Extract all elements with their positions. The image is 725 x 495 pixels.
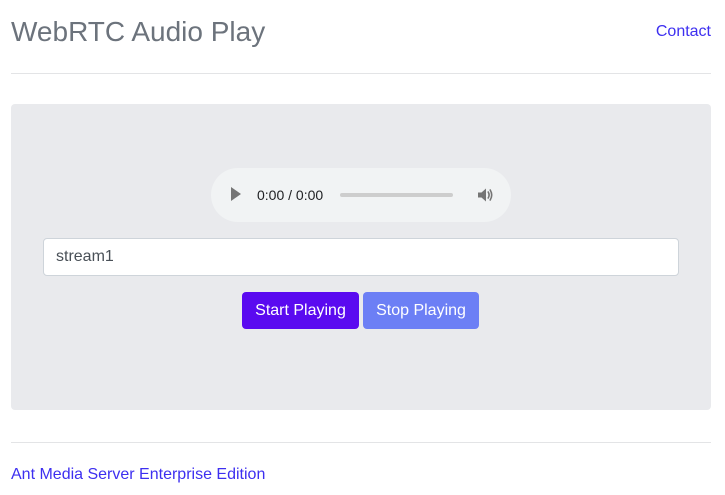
start-playing-button[interactable]: Start Playing — [242, 292, 359, 329]
stop-playing-button[interactable]: Stop Playing — [363, 292, 479, 329]
progress-slider[interactable] — [340, 193, 453, 197]
ams-enterprise-link[interactable]: Ant Media Server Enterprise Edition — [11, 465, 265, 485]
page: WebRTC Audio Play Contact 0:00 / 0:00 St… — [0, 0, 725, 495]
time-separator: / — [284, 187, 296, 203]
total-time: 0:00 — [295, 187, 324, 203]
page-title: WebRTC Audio Play — [11, 16, 266, 47]
volume-icon[interactable] — [475, 185, 495, 205]
current-time: 0:00 — [257, 187, 285, 203]
player-panel: 0:00 / 0:00 Start Playing Stop Playing — [11, 104, 711, 410]
volume-icon-svg — [478, 188, 493, 202]
time-display: 0:00 / 0:00 — [257, 186, 323, 204]
contact-link[interactable]: Contact — [656, 22, 711, 42]
stream-id-input[interactable] — [43, 238, 679, 276]
header: WebRTC Audio Play Contact — [11, 0, 711, 74]
play-icon[interactable] — [231, 187, 241, 201]
footer: Ant Media Server Enterprise Edition — [11, 442, 711, 483]
audio-player: 0:00 / 0:00 — [211, 168, 511, 222]
